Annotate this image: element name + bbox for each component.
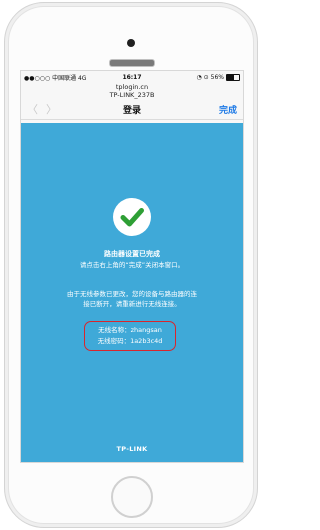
wifi-name: 无线名称：zhangsan [98,326,162,334]
checkmark-icon [113,198,151,236]
home-button[interactable] [111,476,153,518]
earpiece-speaker [109,59,155,67]
browser-url-block: tplogin.cn TP-LINK_237B [21,83,243,99]
battery-fill [227,74,234,80]
front-camera [127,39,135,47]
status-time: 16:17 [122,73,142,81]
battery-icon [226,73,240,81]
setup-complete-title: 路由器设置已完成 [104,250,160,258]
screen: ●●○○○ 中国联通 4G 16:17 ◔ ⊙ 56% tplogin.cn T… [20,70,244,463]
wifi-credentials-box: 无线名称：zhangsan 无线密码：1a2b3c4d [84,321,176,351]
wifi-password: 无线密码：1a2b3c4d [97,337,163,345]
chevron-right-icon[interactable]: 〉 [46,101,57,117]
done-button[interactable]: 完成 [219,103,237,116]
setup-complete-panel: 路由器设置已完成 请点击右上角的“完成”关闭本窗口。 由于无线参数已更改，您的设… [21,123,243,462]
navigation-bar: 〈 〉 登录 完成 [21,99,243,120]
disconnect-notice-line1: 由于无线参数已更改，您的设备与路由器的连 [67,290,197,298]
page-ssid-title: TP-LINK_237B [109,91,155,99]
disconnect-notice: 由于无线参数已更改，您的设备与路由器的连 接已断开，请重新进行无线连接。 [37,289,227,309]
status-bar: ●●○○○ 中国联通 4G 16:17 ◔ ⊙ 56% [21,71,243,83]
phone-frame: ●●○○○ 中国联通 4G 16:17 ◔ ⊙ 56% tplogin.cn T… [4,2,258,528]
chevron-left-icon[interactable]: 〈 [27,101,38,117]
disconnect-notice-line2: 接已断开，请重新进行无线连接。 [83,300,181,308]
url-text: tplogin.cn [115,83,149,91]
setup-complete-subtitle: 请点击右上角的“完成”关闭本窗口。 [79,261,185,269]
tp-link-logo: TP-LINK [116,445,148,453]
